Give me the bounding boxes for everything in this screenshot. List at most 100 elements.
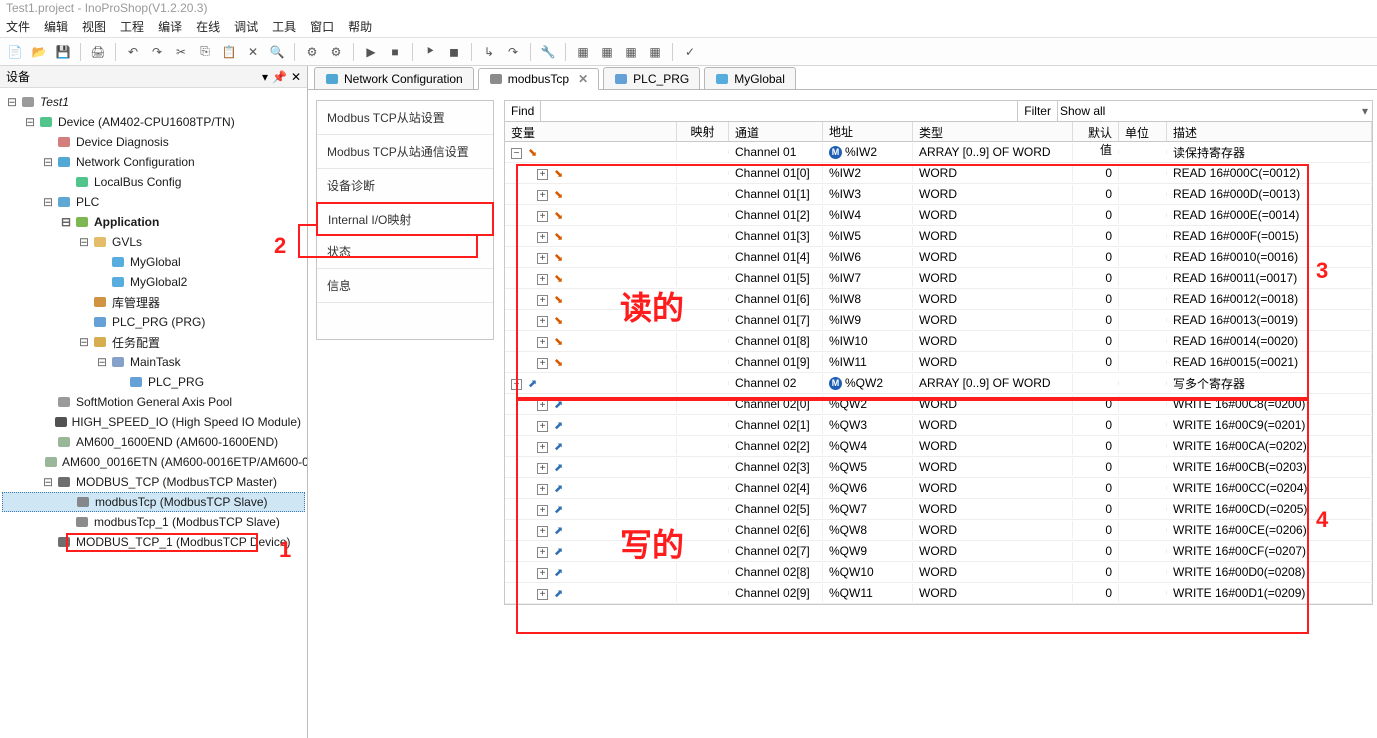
- menu-file[interactable]: 文件: [6, 18, 30, 35]
- expand-icon[interactable]: +: [537, 421, 548, 432]
- tree-item[interactable]: MyGlobal: [2, 252, 305, 272]
- expand-icon[interactable]: +: [537, 442, 548, 453]
- editor-tab[interactable]: Network Configuration: [314, 67, 474, 89]
- tree-item[interactable]: SoftMotion General Axis Pool: [2, 392, 305, 412]
- dropdown-icon[interactable]: ▾: [262, 70, 268, 84]
- collapse-icon[interactable]: ⊟: [96, 355, 108, 369]
- sidemenu-item[interactable]: 设备诊断: [317, 169, 493, 203]
- delete-icon[interactable]: ✕: [244, 43, 262, 61]
- io-mapping-row[interactable]: +⬈Channel 02[8]%QW10WORD0WRITE 16#00D0(=…: [505, 562, 1372, 583]
- new-icon[interactable]: 📄: [6, 43, 24, 61]
- menu-debug[interactable]: 调试: [234, 18, 258, 35]
- tree-item[interactable]: ⊟任务配置: [2, 332, 305, 352]
- io-mapping-row[interactable]: +⬈Channel 02[0]%QW2WORD0WRITE 16#00C8(=0…: [505, 394, 1372, 415]
- expand-icon[interactable]: +: [537, 358, 548, 369]
- expand-icon[interactable]: +: [537, 400, 548, 411]
- tree-item[interactable]: 库管理器: [2, 292, 305, 312]
- io-mapping-row[interactable]: +⬈Channel 02[6]%QW8WORD0WRITE 16#00CE(=0…: [505, 520, 1372, 541]
- collapse-icon[interactable]: ⊟: [42, 475, 54, 489]
- collapse-icon[interactable]: ⊟: [78, 335, 90, 349]
- tree-item[interactable]: ⊟Application: [2, 212, 305, 232]
- tree-item[interactable]: ⊟Device (AM402-CPU1608TP/TN): [2, 112, 305, 132]
- redo-icon[interactable]: ↷: [148, 43, 166, 61]
- menu-window[interactable]: 窗口: [310, 18, 334, 35]
- stop-icon[interactable]: ◼: [445, 43, 463, 61]
- step-icon[interactable]: ↳: [480, 43, 498, 61]
- tree-item[interactable]: ⊟Network Configuration: [2, 152, 305, 172]
- expand-icon[interactable]: +: [537, 484, 548, 495]
- io-mapping-row[interactable]: +⬊Channel 01[7]%IW9WORD0READ 16#0013(=00…: [505, 310, 1372, 331]
- io-mapping-row[interactable]: +⬊Channel 01[4]%IW6WORD0READ 16#0010(=00…: [505, 247, 1372, 268]
- expand-icon[interactable]: +: [537, 547, 548, 558]
- close-panel-icon[interactable]: ✕: [291, 70, 301, 84]
- collapse-icon[interactable]: ⊟: [60, 215, 72, 229]
- grid4-icon[interactable]: ▦: [646, 43, 664, 61]
- collapse-icon[interactable]: ⊟: [6, 95, 18, 109]
- expand-icon[interactable]: +: [537, 337, 548, 348]
- save-icon[interactable]: 💾: [54, 43, 72, 61]
- tree-item[interactable]: PLC_PRG (PRG): [2, 312, 305, 332]
- menu-tools[interactable]: 工具: [272, 18, 296, 35]
- io-mapping-row[interactable]: +⬊Channel 01[3]%IW5WORD0READ 16#000F(=00…: [505, 226, 1372, 247]
- expand-icon[interactable]: +: [537, 274, 548, 285]
- io-mapping-row[interactable]: +⬊Channel 01[8]%IW10WORD0READ 16#0014(=0…: [505, 331, 1372, 352]
- col-variable[interactable]: 变量: [505, 122, 677, 141]
- io-mapping-row[interactable]: +⬊Channel 01[5]%IW7WORD0READ 16#0011(=00…: [505, 268, 1372, 289]
- grid2-icon[interactable]: ▦: [598, 43, 616, 61]
- sidemenu-item[interactable]: Modbus TCP从站通信设置: [317, 135, 493, 169]
- sidemenu-item[interactable]: 信息: [317, 269, 493, 303]
- col-type[interactable]: 类型: [913, 122, 1073, 141]
- io-mapping-row[interactable]: +⬊Channel 01[0]%IW2WORD0READ 16#000C(=00…: [505, 163, 1372, 184]
- io-mapping-row[interactable]: +⬊Channel 01[2]%IW4WORD0READ 16#000E(=00…: [505, 205, 1372, 226]
- col-address[interactable]: 地址: [823, 122, 913, 141]
- expand-icon[interactable]: +: [537, 589, 548, 600]
- collapse-icon[interactable]: ⊟: [78, 235, 90, 249]
- expand-icon[interactable]: +: [537, 505, 548, 516]
- io-mapping-row[interactable]: −⬈Channel 02M%QW2ARRAY [0..9] OF WORD写多个…: [505, 373, 1372, 394]
- editor-tab[interactable]: MyGlobal: [704, 67, 796, 89]
- io-mapping-row[interactable]: +⬈Channel 02[7]%QW9WORD0WRITE 16#00CF(=0…: [505, 541, 1372, 562]
- menu-edit[interactable]: 编辑: [44, 18, 68, 35]
- menu-project[interactable]: 工程: [120, 18, 144, 35]
- col-default[interactable]: 默认值: [1073, 122, 1119, 141]
- sidemenu-item[interactable]: 状态: [317, 235, 493, 269]
- print-icon[interactable]: 🖨: [89, 43, 107, 61]
- io-mapping-row[interactable]: +⬈Channel 02[2]%QW4WORD0WRITE 16#00CA(=0…: [505, 436, 1372, 457]
- paste-icon[interactable]: 📋: [220, 43, 238, 61]
- io-mapping-row[interactable]: +⬊Channel 01[9]%IW11WORD0READ 16#0015(=0…: [505, 352, 1372, 373]
- io-mapping-row[interactable]: +⬈Channel 02[3]%QW5WORD0WRITE 16#00CB(=0…: [505, 457, 1372, 478]
- tree-item[interactable]: MyGlobal2: [2, 272, 305, 292]
- menu-help[interactable]: 帮助: [348, 18, 372, 35]
- col-desc[interactable]: 描述: [1167, 122, 1372, 141]
- close-tab-icon[interactable]: ✕: [578, 72, 588, 86]
- expand-icon[interactable]: +: [537, 316, 548, 327]
- tree-item[interactable]: AM600_0016ETN (AM600-0016ETP/AM600-0016E…: [2, 452, 305, 472]
- undo-icon[interactable]: ↶: [124, 43, 142, 61]
- expand-icon[interactable]: +: [537, 169, 548, 180]
- menu-build[interactable]: 编译: [158, 18, 182, 35]
- menu-view[interactable]: 视图: [82, 18, 106, 35]
- editor-tab[interactable]: PLC_PRG: [603, 67, 700, 89]
- cut-icon[interactable]: ✂: [172, 43, 190, 61]
- expand-icon[interactable]: +: [537, 568, 548, 579]
- tree-item[interactable]: ⊟MODBUS_TCP (ModbusTCP Master): [2, 472, 305, 492]
- open-icon[interactable]: 📂: [30, 43, 48, 61]
- tree-item[interactable]: modbusTcp_1 (ModbusTCP Slave): [2, 512, 305, 532]
- run-icon[interactable]: ⯈: [421, 43, 439, 61]
- io-mapping-row[interactable]: +⬈Channel 02[4]%QW6WORD0WRITE 16#00CC(=0…: [505, 478, 1372, 499]
- tree-item[interactable]: AM600_1600END (AM600-1600END): [2, 432, 305, 452]
- editor-tab[interactable]: modbusTcp✕: [478, 68, 599, 90]
- expand-icon[interactable]: +: [537, 463, 548, 474]
- collapse-icon[interactable]: −: [511, 379, 522, 390]
- sidemenu-item[interactable]: Modbus TCP从站设置: [317, 101, 493, 135]
- filter-select[interactable]: [1058, 101, 1358, 121]
- pin-icon[interactable]: 📌: [272, 70, 287, 84]
- expand-icon[interactable]: +: [537, 190, 548, 201]
- grid3-icon[interactable]: ▦: [622, 43, 640, 61]
- menu-online[interactable]: 在线: [196, 18, 220, 35]
- tree-item[interactable]: ⊟PLC: [2, 192, 305, 212]
- col-channel[interactable]: 通道: [729, 122, 823, 141]
- tree-item[interactable]: ⊟Test1: [2, 92, 305, 112]
- tree-item[interactable]: modbusTcp (ModbusTCP Slave): [2, 492, 305, 512]
- tree-item[interactable]: ⊟GVLs: [2, 232, 305, 252]
